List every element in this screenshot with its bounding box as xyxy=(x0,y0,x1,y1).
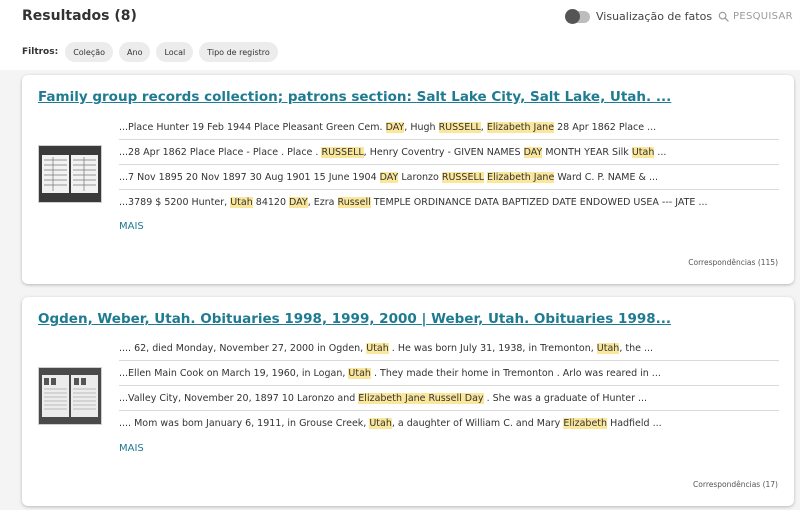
snippet-row: ...3789 $ 5200 Hunter, Utah 84120 DAY, E… xyxy=(119,190,779,215)
facts-view-toggle[interactable]: Visualização de fatos xyxy=(565,8,713,24)
highlighted-term: Utah xyxy=(596,343,620,354)
snippet-text: Ward C. P. NAME & ... xyxy=(554,172,659,183)
snippet-list: ...Place Hunter 19 Feb 1944 Place Pleasa… xyxy=(119,115,779,215)
result-title-link[interactable]: Family group records collection; patrons… xyxy=(38,89,671,105)
snippet-text: . He was born July 31, 1938, in Tremonto… xyxy=(388,343,597,354)
highlighted-term: Utah xyxy=(230,197,253,208)
highlighted-term: Utah xyxy=(348,368,371,379)
result-title-link[interactable]: Ogden, Weber, Utah. Obituaries 1998, 199… xyxy=(38,311,671,327)
snippet-text: TEMPLE ORDINANCE DATA BAPTIZED DATE ENDO… xyxy=(370,197,708,208)
toggle-switch[interactable] xyxy=(565,8,590,24)
snippet-text: ... xyxy=(654,147,667,158)
result-card: Ogden, Weber, Utah. Obituaries 1998, 199… xyxy=(22,297,794,506)
filter-chip-record-type[interactable]: Tipo de registro xyxy=(199,42,278,62)
search-icon xyxy=(718,11,729,22)
snippet-row: ...7 Nov 1895 20 Nov 1897 30 Aug 1901 15… xyxy=(119,165,779,190)
facts-toggle-label: Visualização de fatos xyxy=(596,10,713,23)
snippet-text: ...Place Hunter 19 Feb 1944 Place Pleasa… xyxy=(119,122,386,133)
more-link[interactable]: MAIS xyxy=(119,221,144,232)
snippet-row: ...Place Hunter 19 Feb 1944 Place Pleasa… xyxy=(119,115,779,140)
highlighted-term: Russell xyxy=(337,197,371,208)
highlighted-term: Utah xyxy=(631,147,655,158)
highlighted-term: RUSSELL xyxy=(321,147,364,158)
results-title: Resultados (8) xyxy=(22,8,137,24)
snippet-text: .... 62, died Monday, November 27, 2000 … xyxy=(119,343,367,354)
snippet-row: ...Ellen Main Cook on March 19, 1960, in… xyxy=(119,361,779,386)
snippet-text: 28 Apr 1862 Place ... xyxy=(554,122,657,133)
snippet-text: .... Mom was bom January 6, 1911, in Gro… xyxy=(119,418,370,429)
highlighted-term: DAY xyxy=(385,122,405,133)
highlighted-term: Elizabeth xyxy=(563,418,608,429)
filter-chip-place[interactable]: Local xyxy=(156,42,194,62)
snippet-text: , the ... xyxy=(619,343,654,354)
highlighted-term: RUSSELL xyxy=(438,122,481,133)
snippet-text: , xyxy=(480,122,487,133)
document-thumbnail-icon[interactable] xyxy=(38,367,102,425)
highlighted-term: Elizabeth Jane Russell Day xyxy=(358,393,484,404)
filter-chip-collection[interactable]: Coleção xyxy=(65,42,114,62)
snippet-text: . She was a graduate of Hunter ... xyxy=(483,393,648,404)
highlighted-term: Utah xyxy=(369,418,392,429)
search-button[interactable]: PESQUISAR xyxy=(718,11,793,22)
snippet-text: . They made their home in Tremonton . Ar… xyxy=(370,368,661,379)
highlighted-term: Elizabeth Jane xyxy=(487,172,555,183)
snippet-text: Laronzo xyxy=(398,172,442,183)
filters-label: Filtros: xyxy=(22,47,59,57)
matches-count: Correspondências (115) xyxy=(688,258,778,267)
matches-count: Correspondências (17) xyxy=(693,480,778,489)
snippet-text: , Ezra xyxy=(307,197,338,208)
search-label: PESQUISAR xyxy=(733,11,793,22)
snippet-text: ...Ellen Main Cook on March 19, 1960, in… xyxy=(119,368,349,379)
highlighted-term: DAY xyxy=(289,197,308,208)
snippet-row: ...Valley City, November 20, 1897 10 Lar… xyxy=(119,386,779,411)
snippet-text: ...3789 $ 5200 Hunter, xyxy=(119,197,231,208)
snippet-text: MONTH YEAR Silk xyxy=(542,147,632,158)
snippet-text: ...28 Apr 1862 Place Place - Place . Pla… xyxy=(119,147,322,158)
result-card: Family group records collection; patrons… xyxy=(22,75,794,284)
toggle-knob xyxy=(565,8,580,24)
snippet-list: .... 62, died Monday, November 27, 2000 … xyxy=(119,336,779,436)
highlighted-term: Utah xyxy=(366,343,389,354)
snippet-text: ...7 Nov 1895 20 Nov 1897 30 Aug 1901 15… xyxy=(119,172,380,183)
highlighted-term: Elizabeth Jane xyxy=(486,122,555,133)
snippet-text: Hadfield ... xyxy=(607,418,662,429)
filter-bar: Filtros: Coleção Ano Local Tipo de regis… xyxy=(22,42,278,62)
snippet-text: , Hugh xyxy=(404,122,439,133)
filter-chip-year[interactable]: Ano xyxy=(119,42,151,62)
more-link[interactable]: MAIS xyxy=(119,443,144,454)
highlighted-term: DAY xyxy=(379,172,399,183)
results-header: Resultados (8) Visualização de fatos PES… xyxy=(0,0,800,70)
snippet-text: 84120 xyxy=(252,197,290,208)
snippet-text: , Henry Coventry - GIVEN NAMES xyxy=(363,147,524,158)
snippet-text: , a daughter of William C. and Mary xyxy=(391,418,564,429)
snippet-text: ...Valley City, November 20, 1897 10 Lar… xyxy=(119,393,359,404)
snippet-row: .... 62, died Monday, November 27, 2000 … xyxy=(119,336,779,361)
snippet-row: .... Mom was bom January 6, 1911, in Gro… xyxy=(119,411,779,436)
highlighted-term: RUSSELL xyxy=(441,172,485,183)
snippet-row: ...28 Apr 1862 Place Place - Place . Pla… xyxy=(119,140,779,165)
document-thumbnail-icon[interactable] xyxy=(38,145,102,203)
highlighted-term: DAY xyxy=(523,147,543,158)
